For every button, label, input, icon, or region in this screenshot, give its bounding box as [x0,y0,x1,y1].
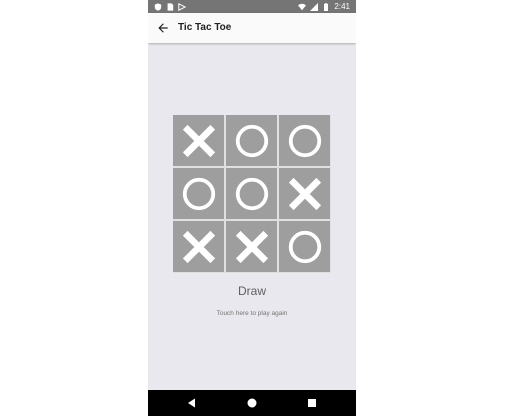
board-cell-3[interactable] [173,168,224,219]
battery-icon [324,2,329,11]
arrow-left-icon[interactable] [156,21,170,35]
play-again-hint[interactable]: Touch here to play again [148,310,356,317]
board-cell-7[interactable] [226,221,277,272]
back-triangle-icon[interactable] [186,397,198,409]
status-left-icons [154,0,186,13]
game-board [173,115,331,273]
x-mark-icon [182,124,215,157]
result-text: Draw [237,284,266,298]
recents-square-icon[interactable] [306,397,318,409]
o-mark-icon [288,230,321,263]
app-screen: 2:41 Tic Tac Toe Draw Touch here to play… [148,0,356,416]
o-mark-icon [235,124,268,157]
status-time: 2:41 [334,2,350,11]
cast-icon [178,2,186,11]
board-cell-8[interactable] [279,221,330,272]
x-mark-icon [235,230,268,263]
board-cell-4[interactable] [226,168,277,219]
status-bar: 2:41 [148,0,356,13]
board-cell-2[interactable] [279,115,330,166]
app-title: Tic Tac Toe [178,22,232,33]
x-mark-icon [182,230,215,263]
board-cell-6[interactable] [173,221,224,272]
board-cell-5[interactable] [279,168,330,219]
o-mark-icon [288,124,321,157]
signal-icon [310,2,319,11]
board-cell-1[interactable] [226,115,277,166]
x-mark-icon [288,177,321,210]
o-mark-icon [182,177,215,210]
shield-icon [154,2,162,11]
sim-card-icon [167,2,174,11]
navigation-bar [148,390,356,416]
board-cell-0[interactable] [173,115,224,166]
wifi-icon [298,3,307,10]
app-bar: Tic Tac Toe [148,13,356,43]
o-mark-icon [235,177,268,210]
status-right-icons: 2:41 [298,0,350,13]
home-circle-icon[interactable] [246,397,258,409]
